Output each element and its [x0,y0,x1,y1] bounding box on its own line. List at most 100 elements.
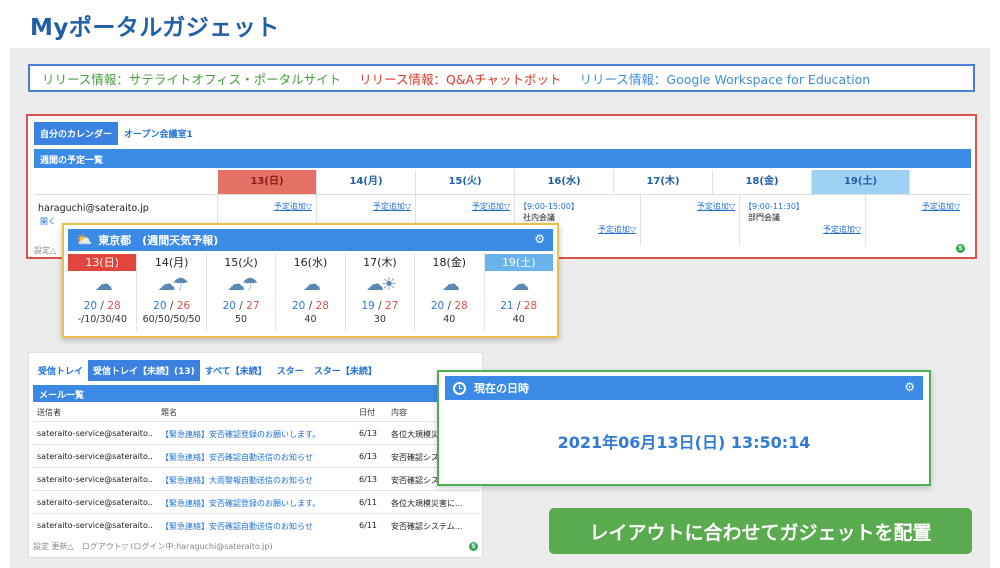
temp-separator: / [305,300,316,312]
table-row[interactable]: sateraito-service@sateraito... 【緊急連絡】安否確… [33,513,480,535]
temp-high: 28 [107,300,121,312]
weather-date: 19(土) [484,254,553,271]
column-from[interactable]: 送信者 [37,407,61,418]
temp-low: 20 [430,300,445,312]
gear-icon[interactable]: ⚙ [534,232,545,246]
release-link-workspace[interactable]: リリース情報：Google Workspace for Education [580,69,871,88]
datetime-gadget: 現在の日時 ⚙ 2021年06月13日(日) 13:50:14 [437,370,931,486]
temp-low: 20 [222,300,236,312]
table-row[interactable]: sateraito-service@sateraito... 【緊急連絡】安否確… [33,444,480,466]
mail-date: 6/11 [359,521,377,530]
add-event-link[interactable]: 予定追加▽ [598,224,636,235]
mail-column-headers: 送信者 題名 日付 内容 [33,405,480,419]
rain-chance: 30 [373,314,386,325]
table-row[interactable]: sateraito-service@sateraito... 【緊急連絡】安否確… [33,421,480,443]
weather-temp: 20 / 28 [276,299,344,313]
mail-date: 6/13 [359,429,377,438]
add-event-link[interactable]: 予定追加▽ [823,224,861,235]
rain-chance: 60/50/50/50 [142,314,201,325]
table-row[interactable]: sateraito-service@sateraito... 【緊急連絡】安否確… [33,490,480,512]
calendar-settings-link[interactable]: 設定△ [34,245,56,256]
release-info-bar: リリース情報：サテライトオフィス・ポータルサイト リリース情報：Q&Aチャットボ… [28,64,975,92]
event-time[interactable]: 【9:00-11:30】 [744,201,804,212]
rain-cloud-icon: ☁☂ [157,274,189,295]
add-event-link[interactable]: 予定追加▽ [697,201,735,212]
temp-high: 28 [315,300,329,312]
tab-all-unread[interactable]: すべて【未読】 [200,360,272,381]
tab-inbox[interactable]: 受信トレイ [33,360,88,381]
add-event-link[interactable]: 予定追加▽ [922,201,960,212]
temp-high: 27 [246,300,260,312]
rain-chance: -/10/30/40 [77,314,127,325]
tab-meeting-room[interactable]: オープン会議室1 [118,122,199,145]
mail-subject[interactable]: 【緊急連絡】安否確認登録のお願いします。 [161,498,356,509]
temp-low: 20 [83,300,98,312]
column-content[interactable]: 内容 [391,407,407,418]
mail-header: メール一覧 [33,385,480,402]
weather-temp: 20 / 26 [137,299,205,313]
weather-temp: 21 / 28 [485,299,553,313]
weather-temp: 20 / 27 [207,299,275,313]
weather-day: 17(木) ☁☀ 19 / 27 30 [346,254,416,332]
calendar-day-cell: 【9:00-11:30】 部門会議 予定追加▽ [740,195,866,246]
mail-from: sateraito-service@sateraito... [37,452,153,461]
mail-subject[interactable]: 【緊急連絡】安否確認自動送信のお知らせ [161,452,356,463]
weather-date: 18(金) [432,256,467,269]
gear-icon[interactable]: ⚙ [904,380,915,394]
add-event-link[interactable]: 予定追加▽ [373,201,411,212]
calendar-day-headers: 13(日) 14(月) 15(火) 16(水) 17(木) 18(金) 19(土… [34,170,971,194]
tab-my-calendar[interactable]: 自分のカレンダー [34,122,119,145]
temp-separator: / [374,300,385,312]
status-icon: S [469,542,478,551]
open-link[interactable]: 開く [40,216,56,227]
status-icon: S [956,244,965,253]
calendar-day-header: 18(金) [713,170,812,194]
weather-date: 17(木) [363,256,397,269]
release-link-portal[interactable]: リリース情報：サテライトオフィス・ポータルサイト [42,69,341,88]
calendar-day-header: 13(日) [218,170,317,194]
mail-subject[interactable]: 【緊急連絡】大雨警報自動送信のお知らせ [161,475,356,486]
partly-cloudy-icon: ⛅ [76,232,93,248]
temp-high: 28 [523,300,538,312]
page-title: Myポータルガジェット [30,15,280,41]
rain-chance: 40 [512,314,525,325]
mail-content: 安否確認システム... [391,522,463,531]
event-time[interactable]: 【9:00-15:00】 [519,201,579,212]
tab-starred[interactable]: スター [272,360,309,381]
cloudy-icon: ☁ [441,274,460,295]
column-subject[interactable]: 題名 [161,407,177,418]
mail-tabs: 受信トレイ 受信トレイ【未読】(13) すべて【未読】 スター スター【未読】 [33,360,382,381]
weather-days: 13(日) ☁ 20 / 28 -/10/30/40 14(月) ☁☂ 20 /… [68,254,553,332]
mail-date: 6/13 [359,452,377,461]
calendar-day-cell: 予定追加▽ [641,195,740,246]
temp-separator: / [235,300,247,312]
weather-temp: 19 / 27 [346,299,414,313]
mail-subject[interactable]: 【緊急連絡】安否確認登録のお願いします。 [161,429,356,440]
mail-subject[interactable]: 【緊急連絡】安否確認自動送信のお知らせ [161,521,356,532]
temp-separator: / [513,300,524,312]
cloud-sun-icon: ☁☀ [365,274,397,295]
add-event-link[interactable]: 予定追加▽ [274,201,312,212]
calendar-day-header: 15(火) [416,170,515,194]
weather-date: 16(水) [293,256,328,269]
mail-from: sateraito-service@sateraito... [37,429,153,438]
cloudy-icon: ☁ [94,274,113,295]
weather-day: 15(火) ☁☂ 20 / 27 50 [207,254,277,332]
add-event-link[interactable]: 予定追加▽ [472,201,510,212]
weather-day: 16(水) ☁ 20 / 28 40 [276,254,346,332]
rain-chance: 40 [443,314,456,325]
tab-starred-unread[interactable]: スター【未読】 [309,360,382,381]
datetime-title: 現在の日時 [474,382,529,395]
mail-footer-links[interactable]: 設定 更新△ ログアウト▽ (ログイン中:haraguchi@sateraito… [33,541,273,552]
event-name[interactable]: 社内会議 [523,212,555,223]
event-name[interactable]: 部門会議 [748,212,780,223]
table-row[interactable]: sateraito-service@sateraito... 【緊急連絡】大雨警… [33,467,480,489]
tab-inbox-unread[interactable]: 受信トレイ【未読】(13) [88,360,200,381]
calendar-day-cell: 予定追加▽ [866,195,964,246]
release-link-chatbot[interactable]: リリース情報：Q&Aチャットボット [359,69,561,88]
column-date[interactable]: 日付 [359,407,375,418]
weather-date: 15(火) [224,256,258,269]
mail-content: 各位大規模災害に... [391,499,463,508]
temp-separator: / [166,300,177,312]
temp-low: 20 [153,300,167,312]
